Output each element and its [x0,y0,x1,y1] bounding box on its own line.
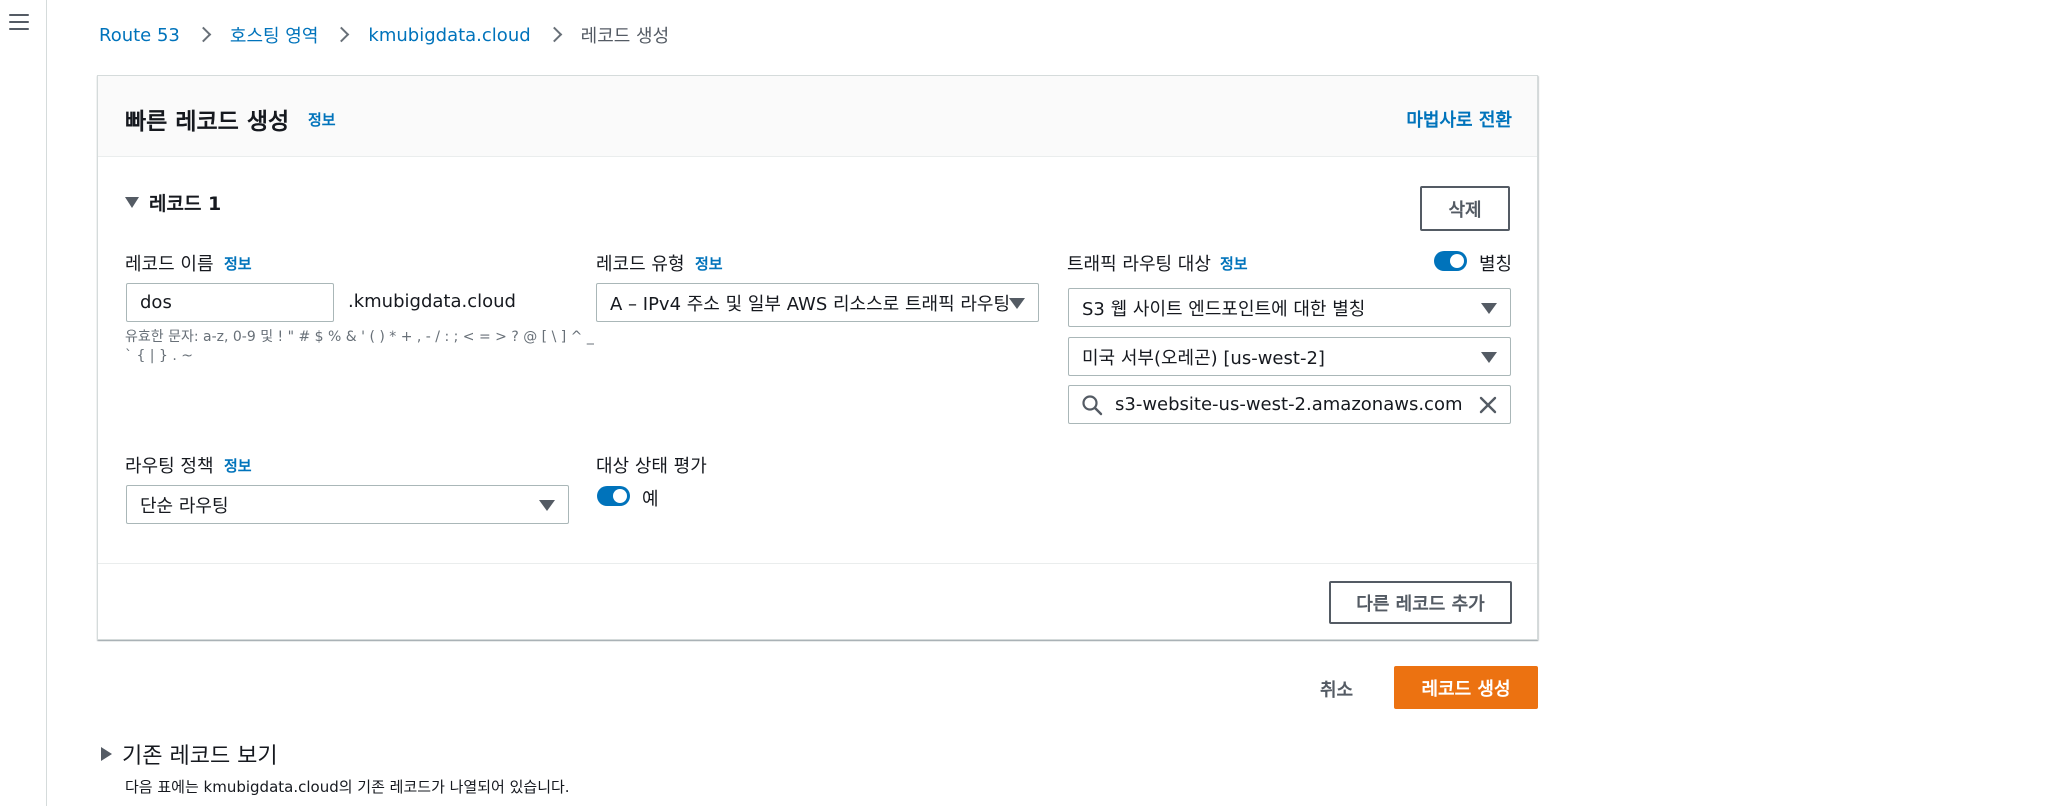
record-name-hint: 유효한 문자: a-z, 0-9 및 ! " # $ % & ' ( ) * +… [125,329,594,364]
breadcrumb-hosted-zones[interactable]: 호스팅 영역 [230,22,319,48]
routing-target-label: 트래픽 라우팅 대상 [1067,254,1211,275]
title-info-link[interactable]: 정보 [308,109,336,130]
caret-down-icon [1481,302,1497,314]
panel-header: 빠른 레코드 생성 정보 마법사로 전환 [98,76,1537,157]
record-type-select[interactable]: A – IPv4 주소 및 일부 AWS 리소스로 트래픽 라우팅 [596,283,1039,322]
record-type-info-link[interactable]: 정보 [695,253,723,274]
endpoint-search-input[interactable]: s3-website-us-west-2.amazonaws.com [1068,385,1511,424]
record-type-value: A – IPv4 주소 및 일부 AWS 리소스로 트래픽 라우팅 [610,293,1011,315]
alias-label: 별칭 [1479,254,1513,275]
record-name-info-link[interactable]: 정보 [224,253,252,274]
page-title: 빠른 레코드 생성 [125,109,290,135]
toggle-knob [1450,254,1464,268]
record-name-value: dos [140,292,172,313]
region-select[interactable]: 미국 서부(오레곤) [us-west-2] [1068,337,1511,376]
domain-suffix: .kmubigdata.cloud [348,291,516,312]
record-type-label: 레코드 유형 [596,254,685,275]
breadcrumb-zone[interactable]: kmubigdata.cloud [368,25,530,46]
chevron-right-icon [541,25,571,45]
quick-create-panel: 빠른 레코드 생성 정보 마법사로 전환 레코드 1 삭제 레코드 이름 정보 … [97,75,1538,640]
hamburger-menu-icon[interactable] [9,14,29,32]
cancel-button[interactable]: 취소 [1320,676,1353,702]
record-1-label: 레코드 1 [149,193,222,215]
chevron-right-icon [190,25,220,45]
caret-down-icon [125,197,139,208]
region-value: 미국 서부(오레곤) [us-west-2] [1082,347,1325,369]
breadcrumb-route53[interactable]: Route 53 [99,25,180,46]
health-eval-label: 대상 상태 평가 [596,456,707,477]
caret-down-icon [1481,351,1497,363]
caret-right-icon [101,747,112,761]
existing-records-title: 기존 레코드 보기 [122,744,278,769]
alias-toggle[interactable] [1434,251,1467,271]
routing-policy-select[interactable]: 단순 라우팅 [126,485,569,524]
record-name-input[interactable]: dos [126,283,334,322]
side-navigation-rail [0,0,47,806]
existing-records-description: 다음 표에는 kmubigdata.cloud의 기존 레코드가 나열되어 있습… [125,778,570,796]
search-icon [1082,395,1103,416]
panel-divider [98,563,1537,564]
search-value: s3-website-us-west-2.amazonaws.com [1115,394,1463,415]
routing-policy-info-link[interactable]: 정보 [224,455,252,476]
chevron-right-icon [328,25,358,45]
caret-down-icon [1009,297,1025,309]
switch-to-wizard-link[interactable]: 마법사로 전환 [1406,106,1512,132]
toggle-knob [613,489,627,503]
health-eval-toggle[interactable] [597,486,630,506]
routing-policy-label: 라우팅 정책 [125,456,214,477]
existing-records-expander[interactable]: 기존 레코드 보기 [101,738,278,770]
routing-target-info-link[interactable]: 정보 [1220,253,1248,274]
record-1-expander[interactable]: 레코드 1 [125,189,221,216]
record-name-label: 레코드 이름 [125,254,214,275]
close-icon[interactable] [1478,395,1498,415]
add-another-record-button[interactable]: 다른 레코드 추가 [1329,581,1512,624]
endpoint-select[interactable]: S3 웹 사이트 엔드포인트에 대한 별칭 [1068,288,1511,327]
caret-down-icon [539,499,555,511]
breadcrumb-current: 레코드 생성 [580,26,670,47]
create-records-button[interactable]: 레코드 생성 [1394,666,1538,709]
endpoint-value: S3 웹 사이트 엔드포인트에 대한 별칭 [1082,298,1366,320]
breadcrumb: Route 53 호스팅 영역 kmubigdata.cloud 레코드 생성 [99,22,669,48]
health-eval-toggle-label: 예 [642,489,659,510]
routing-policy-value: 단순 라우팅 [140,495,229,517]
delete-record-button[interactable]: 삭제 [1420,186,1510,231]
